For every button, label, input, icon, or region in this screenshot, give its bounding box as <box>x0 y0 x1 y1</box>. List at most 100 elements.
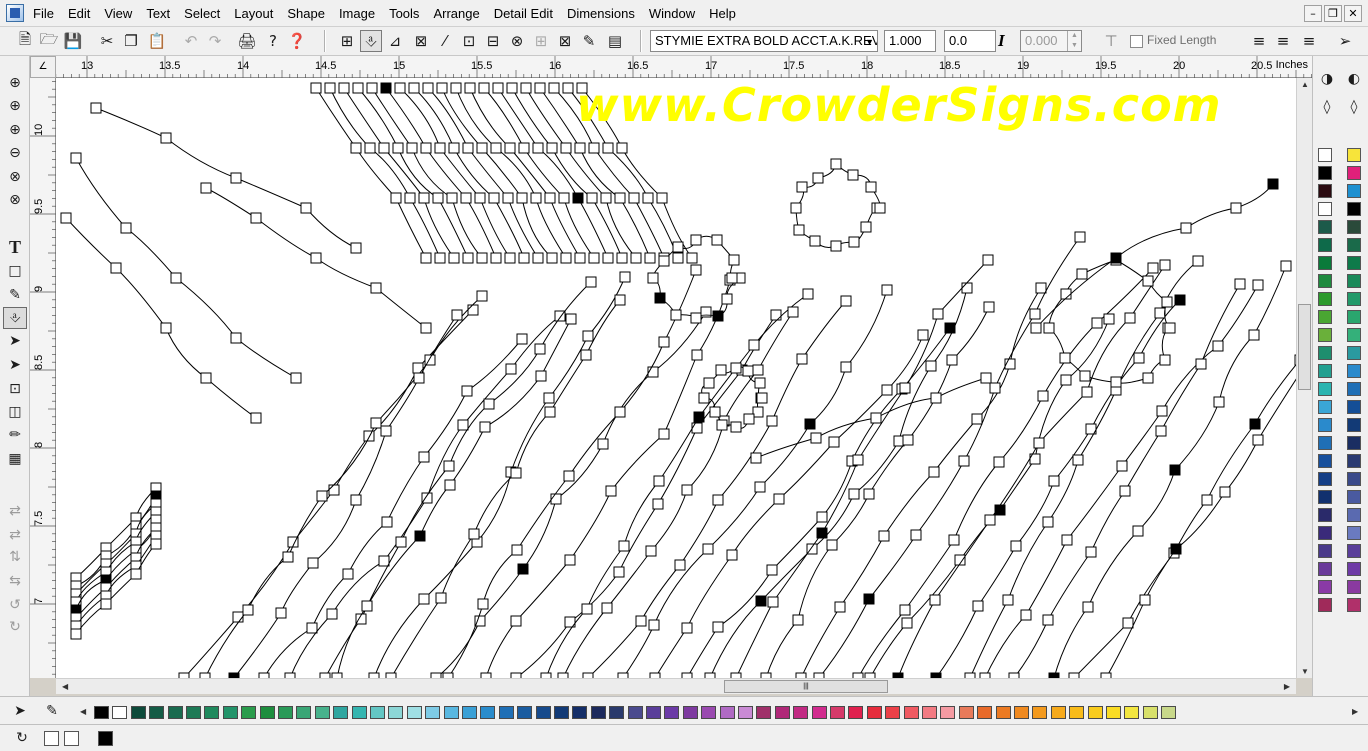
path-node[interactable] <box>478 82 490 94</box>
path-node[interactable] <box>488 192 500 204</box>
path-node[interactable] <box>588 142 600 154</box>
measure-icon[interactable]: ⊡ <box>3 378 27 400</box>
add-node-icon[interactable]: ⊿ <box>384 30 406 52</box>
path-node[interactable] <box>504 142 516 154</box>
path-node[interactable] <box>1161 296 1173 308</box>
path-node[interactable] <box>728 254 740 266</box>
path-node[interactable] <box>316 490 328 502</box>
properties-icon[interactable]: ▤ <box>604 30 626 52</box>
arrange-icon[interactable]: ⇅ <box>3 546 27 568</box>
scroll-up-icon[interactable]: ▲ <box>1301 80 1309 89</box>
palette-edit-icon[interactable]: ✎ <box>40 700 64 722</box>
hatch-stroke[interactable] <box>329 87 441 259</box>
path-node[interactable] <box>721 293 733 305</box>
path-node[interactable] <box>702 543 714 555</box>
path-node[interactable] <box>307 557 319 569</box>
path-node[interactable] <box>364 142 376 154</box>
path-node[interactable] <box>1020 609 1032 621</box>
color-swatch[interactable] <box>1347 598 1361 612</box>
color-swatch[interactable] <box>1318 148 1332 162</box>
color-swatch[interactable] <box>1347 562 1361 576</box>
app-icon[interactable] <box>6 4 24 22</box>
vertical-ruler[interactable]: 10 9.5 9 8.5 8 7.5 7 <box>30 57 56 678</box>
path-node[interactable] <box>681 622 693 634</box>
path-node[interactable] <box>477 598 489 610</box>
path-node[interactable] <box>585 276 597 288</box>
color-swatch[interactable] <box>1318 436 1332 450</box>
path-node[interactable] <box>582 330 594 342</box>
path-node[interactable] <box>1002 594 1014 606</box>
path-node[interactable] <box>310 82 322 94</box>
path-node[interactable] <box>250 212 262 224</box>
color-swatch[interactable] <box>995 706 1011 719</box>
path-node[interactable] <box>378 555 390 567</box>
color-swatch[interactable] <box>1161 706 1177 719</box>
color-swatch[interactable] <box>719 706 735 719</box>
current-color-indicator[interactable] <box>98 731 113 746</box>
eyedropper-icon[interactable]: ✏ <box>3 424 27 446</box>
path-node[interactable] <box>120 222 132 234</box>
color-swatch[interactable] <box>1318 400 1332 414</box>
path-node[interactable] <box>100 598 112 610</box>
path-node[interactable] <box>980 372 992 384</box>
loop-path[interactable] <box>795 163 881 248</box>
color-swatch[interactable] <box>958 706 974 719</box>
path-node[interactable] <box>804 418 816 430</box>
path-node[interactable] <box>457 419 469 431</box>
hatch-stroke[interactable] <box>385 87 497 259</box>
path-node[interactable] <box>1252 434 1264 446</box>
color-swatch[interactable] <box>1087 706 1103 719</box>
path-node[interactable] <box>1249 418 1261 430</box>
path-node[interactable] <box>674 559 686 571</box>
path-node[interactable] <box>1142 275 1154 287</box>
path-node[interactable] <box>1159 259 1171 271</box>
path-node[interactable] <box>748 339 760 351</box>
redo-icon[interactable]: ↷ <box>204 30 226 52</box>
path-node[interactable] <box>672 252 684 264</box>
drawing-canvas[interactable]: www.CrowderSigns.com <box>56 78 1296 678</box>
path-node[interactable] <box>361 600 373 612</box>
outline-color-indicator[interactable] <box>64 731 79 746</box>
color-swatch[interactable] <box>1347 292 1361 306</box>
path-node[interactable] <box>518 142 530 154</box>
outline-path[interactable] <box>263 338 523 678</box>
path-node[interactable] <box>408 82 420 94</box>
path-node[interactable] <box>796 353 808 365</box>
path-node[interactable] <box>925 360 937 372</box>
color-swatch[interactable] <box>1318 202 1332 216</box>
path-node[interactable] <box>1059 352 1071 364</box>
path-node[interactable] <box>711 234 723 246</box>
color-swatch[interactable] <box>370 706 385 719</box>
path-node[interactable] <box>565 313 577 325</box>
path-node[interactable] <box>534 82 546 94</box>
path-node[interactable] <box>160 322 172 334</box>
path-node[interactable] <box>755 595 767 607</box>
spacing-field[interactable]: 0.000 ▲ ▼ <box>1020 30 1082 52</box>
path-node[interactable] <box>436 82 448 94</box>
color-swatch[interactable] <box>1347 544 1361 558</box>
path-node[interactable] <box>461 385 473 397</box>
scroll-down-icon[interactable]: ▼ <box>1301 667 1309 676</box>
path-node[interactable] <box>901 617 913 629</box>
menu-shape[interactable]: Shape <box>280 0 332 27</box>
path-node[interactable] <box>420 322 432 334</box>
color-swatch[interactable] <box>535 706 551 719</box>
palette-scroll-left-icon[interactable]: ◀ <box>80 707 86 716</box>
path-node[interactable] <box>1201 494 1213 506</box>
zoom-out-icon[interactable]: ⊖ <box>3 142 27 164</box>
color-swatch[interactable] <box>554 706 569 719</box>
color-swatch[interactable] <box>885 706 901 719</box>
path-node[interactable] <box>870 412 882 424</box>
distribute-icon[interactable]: ⇆ <box>3 570 27 592</box>
break-node-icon[interactable]: ⊠ <box>410 30 432 52</box>
horizontal-scroll-thumb[interactable]: ||| <box>724 680 888 693</box>
color-swatch[interactable] <box>1347 346 1361 360</box>
path-node[interactable] <box>490 142 502 154</box>
color-swatch[interactable] <box>664 706 680 719</box>
undo-icon[interactable]: ↶ <box>180 30 202 52</box>
italic-icon[interactable]: I <box>998 31 1005 51</box>
menu-tools[interactable]: Tools <box>382 0 426 27</box>
spectrum-b-icon[interactable]: ◊ <box>1343 96 1365 118</box>
color-swatch[interactable] <box>498 706 514 719</box>
color-swatch[interactable] <box>112 706 128 719</box>
